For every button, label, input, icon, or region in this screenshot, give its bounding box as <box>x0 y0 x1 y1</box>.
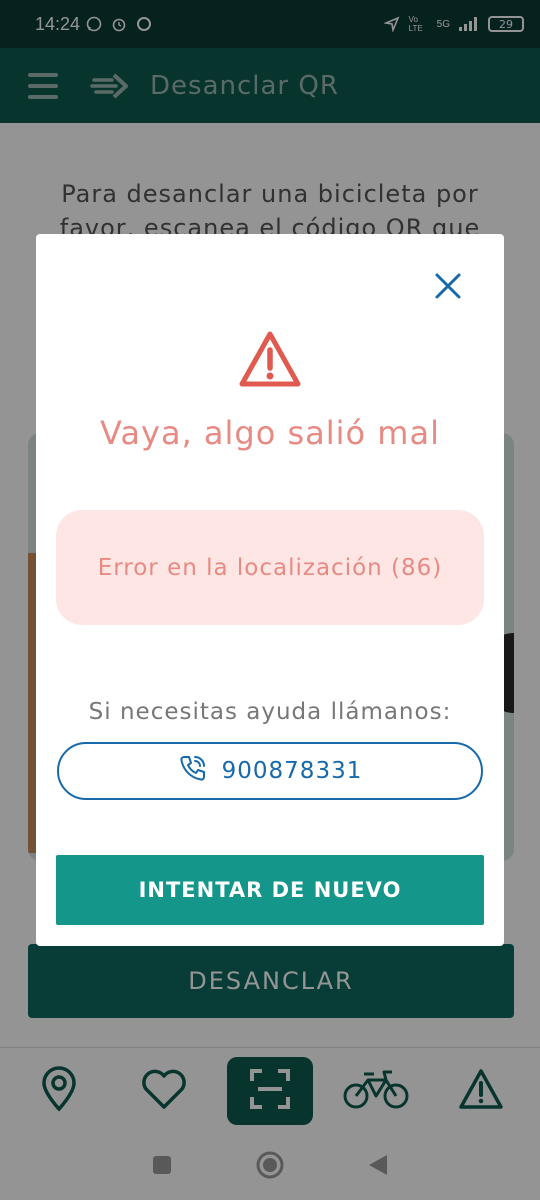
phone-icon <box>178 753 208 789</box>
error-warning-icon <box>238 330 302 390</box>
retry-button[interactable]: INTENTAR DE NUEVO <box>56 855 484 925</box>
close-icon[interactable] <box>432 270 464 302</box>
error-dialog: Vaya, algo salió mal Error en la localiz… <box>36 234 504 946</box>
call-support-button[interactable]: 900878331 <box>57 742 483 800</box>
error-message-box: Error en la localización (86) <box>56 510 484 625</box>
help-text: Si necesitas ayuda llámanos: <box>88 699 452 725</box>
phone-number: 900878331 <box>221 758 363 784</box>
error-message: Error en la localización (86) <box>97 554 443 581</box>
dialog-title: Vaya, algo salió mal <box>100 414 440 452</box>
